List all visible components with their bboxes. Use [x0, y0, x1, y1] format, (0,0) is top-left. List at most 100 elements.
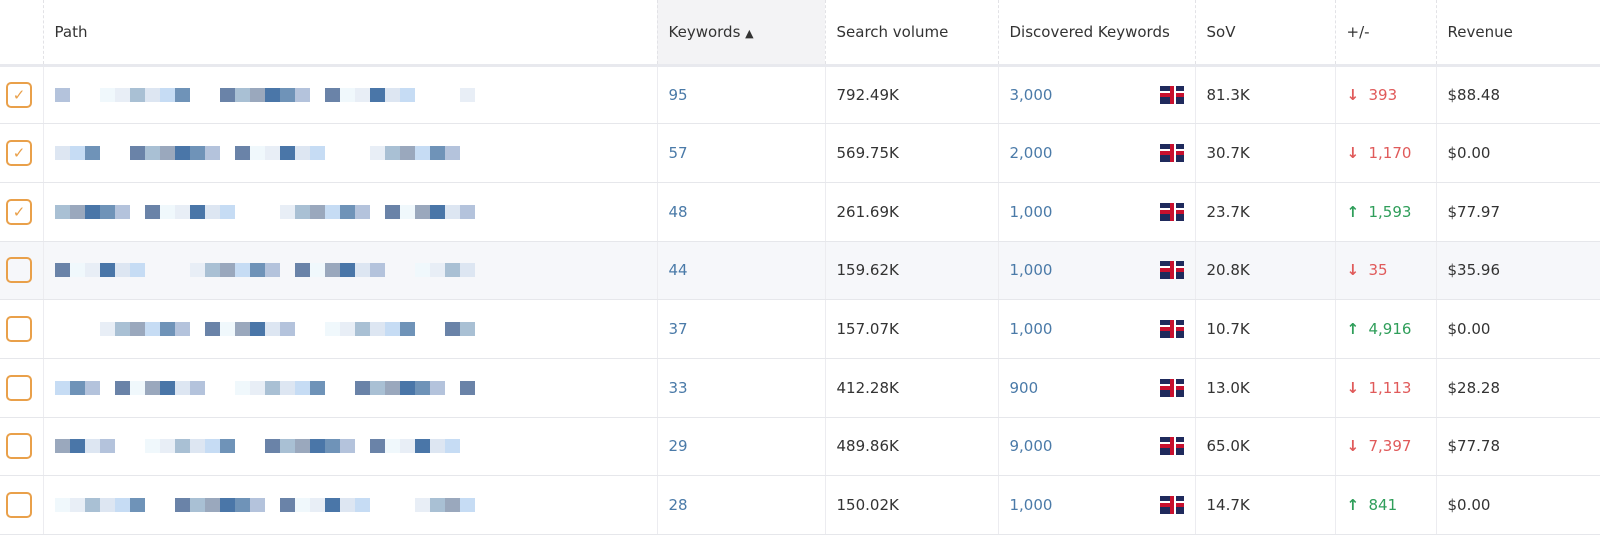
search-volume-cell: 261.69K [824, 182, 998, 242]
discovered-keywords-link[interactable]: 3,000 [1010, 86, 1053, 104]
revenue-cell: $77.97 [1435, 182, 1600, 242]
search-volume-cell: 150.02K [824, 475, 998, 535]
revenue-cell: $0.00 [1435, 123, 1600, 183]
header-keywords-label: Keywords [668, 22, 741, 41]
row-checkbox[interactable] [6, 374, 32, 401]
change-value: 7,397 [1368, 437, 1412, 456]
revenue-cell: $0.00 [1435, 299, 1600, 359]
discovered-keywords-link[interactable]: 900 [1010, 379, 1039, 397]
header-change[interactable]: +/- [1334, 0, 1436, 67]
revenue-cell: $28.28 [1435, 358, 1600, 418]
keywords-link[interactable]: 95 [669, 86, 688, 104]
discovered-keywords-link[interactable]: 9,000 [1010, 437, 1053, 455]
uk-flag-icon [1159, 261, 1184, 280]
header-sov[interactable]: SoV [1194, 0, 1335, 67]
table-row[interactable]: 28 150.02K 1,000 14.7K ↑ 841 $0.00 [0, 475, 1600, 535]
row-checkbox[interactable] [6, 257, 32, 284]
change-value: 1,593 [1368, 202, 1412, 221]
keywords-link[interactable]: 44 [669, 261, 688, 279]
check-icon: ✓ [12, 202, 26, 221]
uk-flag-icon [1159, 85, 1184, 104]
table-row[interactable]: 33 412.28K 900 13.0K ↓ 1,113 $28.28 [0, 358, 1600, 418]
path-cell-redacted[interactable] [54, 204, 657, 219]
sov-cell: 13.0K [1194, 358, 1335, 418]
arrow-down-icon: ↓ [1346, 144, 1360, 163]
table-row[interactable]: 29 489.86K 9,000 65.0K ↓ 7,397 $77.78 [0, 417, 1600, 477]
sov-cell: 30.7K [1194, 123, 1335, 183]
sov-cell: 14.7K [1194, 475, 1335, 535]
select-column-header [0, 0, 43, 67]
path-cell-redacted[interactable] [54, 380, 657, 395]
table-header: Path Keywords ▲ Search volume Discovered… [0, 0, 1600, 67]
path-cell-redacted[interactable] [54, 146, 657, 161]
arrow-up-icon: ↑ [1346, 202, 1360, 221]
discovered-keywords-link[interactable]: 1,000 [1010, 203, 1053, 221]
change-value: 4,916 [1368, 320, 1412, 339]
uk-flag-icon [1159, 320, 1184, 339]
change-value: 1,113 [1368, 378, 1412, 397]
header-path[interactable]: Path [42, 0, 657, 67]
keywords-link[interactable]: 33 [669, 379, 688, 397]
uk-flag-icon [1159, 144, 1184, 163]
arrow-up-icon: ↑ [1346, 320, 1360, 339]
path-cell-redacted[interactable] [54, 263, 657, 278]
search-volume-cell: 792.49K [824, 65, 998, 125]
header-discovered-keywords[interactable]: Discovered Keywords [997, 0, 1195, 67]
row-checkbox[interactable]: ✓ [6, 198, 32, 225]
pages-table: Path Keywords ▲ Search volume Discovered… [0, 0, 1600, 535]
arrow-up-icon: ↑ [1346, 496, 1360, 515]
arrow-down-icon: ↓ [1346, 437, 1360, 456]
discovered-keywords-link[interactable]: 1,000 [1010, 261, 1053, 279]
check-icon: ✓ [12, 85, 26, 104]
uk-flag-icon [1159, 496, 1184, 515]
path-cell-redacted[interactable] [54, 498, 657, 513]
header-keywords[interactable]: Keywords ▲ [656, 0, 825, 67]
sov-cell: 20.8K [1194, 241, 1335, 301]
search-volume-cell: 157.07K [824, 299, 998, 359]
row-checkbox[interactable]: ✓ [6, 140, 32, 167]
revenue-cell: $77.78 [1435, 417, 1600, 477]
discovered-keywords-link[interactable]: 2,000 [1010, 144, 1053, 162]
sov-cell: 65.0K [1194, 417, 1335, 477]
sov-cell: 81.3K [1194, 65, 1335, 125]
discovered-keywords-link[interactable]: 1,000 [1010, 320, 1053, 338]
keywords-link[interactable]: 48 [669, 203, 688, 221]
keywords-link[interactable]: 37 [669, 320, 688, 338]
keywords-link[interactable]: 29 [669, 437, 688, 455]
discovered-keywords-link[interactable]: 1,000 [1010, 496, 1053, 514]
change-value: 393 [1368, 85, 1398, 104]
revenue-cell: $88.48 [1435, 65, 1600, 125]
table-row[interactable]: ✓ 57 569.75K 2,000 30.7K ↓ 1,170 $0.00 [0, 123, 1600, 183]
arrow-down-icon: ↓ [1346, 85, 1360, 104]
table-row[interactable]: ✓ 95 792.49K 3,000 81.3K ↓ 393 $88.48 [0, 65, 1600, 125]
revenue-cell: $35.96 [1435, 241, 1600, 301]
keywords-link[interactable]: 57 [669, 144, 688, 162]
path-cell-redacted[interactable] [54, 439, 657, 454]
search-volume-cell: 159.62K [824, 241, 998, 301]
row-checkbox[interactable]: ✓ [6, 81, 32, 108]
check-icon: ✓ [12, 144, 26, 163]
table-row[interactable]: ✓ 48 261.69K 1,000 23.7K ↑ 1,593 $77.97 [0, 182, 1600, 242]
change-value: 841 [1368, 496, 1398, 515]
row-checkbox[interactable] [6, 316, 32, 343]
sov-cell: 10.7K [1194, 299, 1335, 359]
header-search-volume[interactable]: Search volume [824, 0, 998, 67]
revenue-cell: $0.00 [1435, 475, 1600, 535]
change-value: 1,170 [1368, 144, 1412, 163]
uk-flag-icon [1159, 437, 1184, 456]
search-volume-cell: 569.75K [824, 123, 998, 183]
path-cell-redacted[interactable] [55, 322, 657, 337]
sort-ascending-icon: ▲ [745, 26, 754, 40]
header-revenue[interactable]: Revenue [1435, 0, 1600, 67]
table-row[interactable]: 44 159.62K 1,000 20.8K ↓ 35 $35.96 [0, 241, 1600, 301]
uk-flag-icon [1159, 378, 1184, 397]
arrow-down-icon: ↓ [1346, 261, 1360, 280]
search-volume-cell: 412.28K [824, 358, 998, 418]
keywords-link[interactable]: 28 [669, 496, 688, 514]
table-row[interactable]: 37 157.07K 1,000 10.7K ↑ 4,916 $0.00 [0, 299, 1600, 359]
row-checkbox[interactable] [6, 492, 32, 519]
sov-cell: 23.7K [1194, 182, 1335, 242]
path-cell-redacted[interactable] [54, 87, 657, 102]
row-checkbox[interactable] [6, 433, 32, 460]
change-value: 35 [1368, 261, 1388, 280]
